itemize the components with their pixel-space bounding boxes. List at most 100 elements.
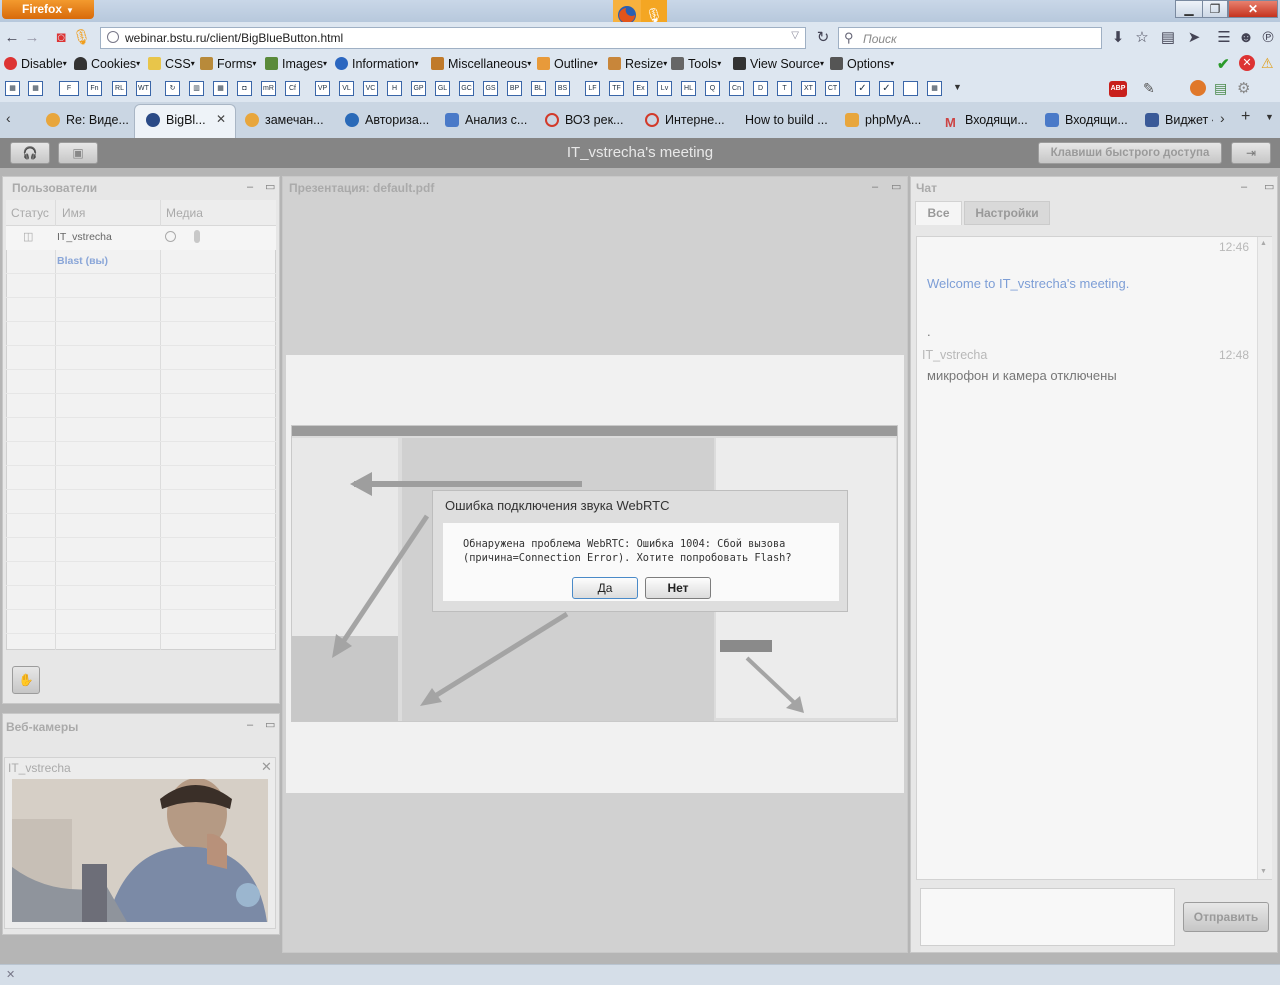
url-bar[interactable]: webinar.bstu.ru/client/BigBlueButton.htm… [100,27,806,49]
miscellaneous-menu[interactable]: Miscellaneous▾ [431,57,531,71]
small-btn-30[interactable]: CT [825,81,840,96]
table-row[interactable] [6,226,276,250]
small-btn-20[interactable]: LF [585,81,600,96]
menu-icon[interactable]: ☰ [1215,29,1233,47]
tab-11[interactable]: Входящи... [1045,106,1128,134]
small-btn-14[interactable]: GL [435,81,450,96]
maximize-panel-icon[interactable]: ▭ [265,718,275,731]
small-btn-18[interactable]: BL [531,81,546,96]
small-btn-2[interactable]: RL [112,81,127,96]
col-status[interactable]: Статус [11,206,49,220]
tab-10[interactable]: M Входящи... [945,106,1028,134]
small-btn-24[interactable]: HL [681,81,696,96]
col-name[interactable]: Имя [62,206,85,220]
reload-icon[interactable]: ↻ [814,29,832,47]
small-btn-28[interactable]: T [777,81,792,96]
maximize-panel-icon[interactable]: ▭ [1264,180,1274,193]
disable-menu[interactable]: Disable▾ [4,57,67,71]
bookmark-star-icon[interactable]: ☆ [1133,29,1151,47]
grid-small-icon[interactable]: ▦ [213,81,228,96]
forward-icon[interactable]: → [23,29,41,47]
small-btn-0[interactable]: F [59,81,79,96]
cookies-menu[interactable]: Cookies▾ [74,57,140,71]
col-media[interactable]: Медиа [166,206,203,220]
tab-2-active[interactable]: BigBl... [146,106,206,134]
resize-menu[interactable]: Resize▾ [608,57,667,71]
bookmarks-icon[interactable]: ▤ [1159,29,1177,47]
blank-small-icon[interactable] [903,81,918,96]
tab-7[interactable]: Интерне... [645,106,725,134]
maximize-button[interactable]: ❐ [1202,0,1228,18]
close-tab-icon[interactable]: ✕ [216,112,226,126]
scroll-down-icon[interactable]: ▼ [1260,868,1267,875]
small-btn-13[interactable]: GP [411,81,426,96]
tab-5[interactable]: Анализ с... [445,106,527,134]
tab-9[interactable]: phpMyA... [845,106,921,134]
warning-icon[interactable]: ⚠ [1261,55,1274,72]
yes-button[interactable]: Да [572,577,638,599]
check2-small-icon[interactable]: ✓ [879,81,894,96]
tools-menu[interactable]: Tools▾ [671,57,721,71]
notes-icon[interactable]: ▤ [1214,80,1227,97]
small-btn-8[interactable]: Cf [285,81,300,96]
forms-menu[interactable]: Forms▾ [200,57,256,71]
information-menu[interactable]: Information▾ [335,57,419,71]
tab-6[interactable]: ВОЗ рек... [545,106,623,134]
small-btn-10[interactable]: VL [339,81,354,96]
palette-small-icon[interactable]: ◘ [237,81,252,96]
pocket-icon[interactable]: ℗ [1259,29,1277,47]
css-menu[interactable]: CSS▾ [148,57,195,71]
minimize-panel-icon[interactable]: – [247,719,253,731]
chat-input[interactable] [920,888,1175,946]
minimize-panel-icon[interactable]: – [247,181,253,193]
small-btn-21[interactable]: TF [609,81,624,96]
send-button[interactable]: Отправить [1183,902,1269,932]
gear-icon[interactable]: ⚙ [1237,79,1250,97]
tab-8[interactable]: How to build ... [745,106,828,134]
small-btn-19[interactable]: BS [555,81,570,96]
grid-icon[interactable]: ▦ [5,81,20,96]
small-btn-29[interactable]: XT [801,81,816,96]
tab-scroll-right-icon[interactable]: › [1220,110,1225,126]
small-btn-17[interactable]: BP [507,81,522,96]
small-btn-11[interactable]: VC [363,81,378,96]
avatar-icon[interactable] [1190,80,1206,96]
tab-3[interactable]: замечан... [245,106,324,134]
tab-scroll-left-icon[interactable]: ‹ [6,110,11,126]
chat-scrollbar[interactable] [1257,237,1272,879]
maximize-panel-icon[interactable]: ▭ [265,180,275,193]
new-tab-icon[interactable]: + [1241,108,1250,126]
chart-small-icon[interactable]: ▥ [189,81,204,96]
small-btn-25[interactable]: Q [705,81,720,96]
download-icon[interactable]: ⬇ [1109,29,1127,47]
refresh-small-icon[interactable]: ↻ [165,81,180,96]
small-btn-12[interactable]: H [387,81,402,96]
search-input[interactable]: Поиск [863,32,897,46]
tab-1[interactable]: Re: Виде... [46,106,129,134]
small-btn-15[interactable]: GC [459,81,474,96]
valid-check-icon[interactable]: ✔ [1217,55,1230,73]
tab-4[interactable]: Авториза... [345,106,429,134]
tab-settings[interactable]: Настройки [964,201,1050,225]
adblock-icon[interactable]: ABP [1109,81,1127,97]
close-webcam-icon[interactable]: ✕ [261,759,272,775]
maximize-panel-icon[interactable]: ▭ [891,180,901,193]
no-button[interactable]: Нет [645,577,711,599]
minimize-button[interactable]: ▁ [1175,0,1203,18]
microphone-small-icon[interactable]: 🎙 [72,29,91,47]
tab-all[interactable]: Все [915,201,962,225]
small-btn-27[interactable]: D [753,81,768,96]
scroll-up-icon[interactable]: ▲ [1260,240,1267,247]
stop-record-icon[interactable]: ◙ [52,29,70,47]
close-window-button[interactable]: ✕ [1228,0,1278,18]
small-btn-26[interactable]: Cn [729,81,744,96]
small-btn-3[interactable]: WT [136,81,151,96]
back-icon[interactable]: ← [3,29,21,47]
small-btn-22[interactable]: Ex [633,81,648,96]
small-btn-16[interactable]: GS [483,81,498,96]
raise-hand-button[interactable]: ✋ [12,666,40,694]
tab-12[interactable]: Виджет « [1145,106,1213,134]
view-source-menu[interactable]: View Source▾ [733,57,824,71]
images-menu[interactable]: Images▾ [265,57,327,71]
layout-small-icon[interactable]: ▦ [927,81,942,96]
